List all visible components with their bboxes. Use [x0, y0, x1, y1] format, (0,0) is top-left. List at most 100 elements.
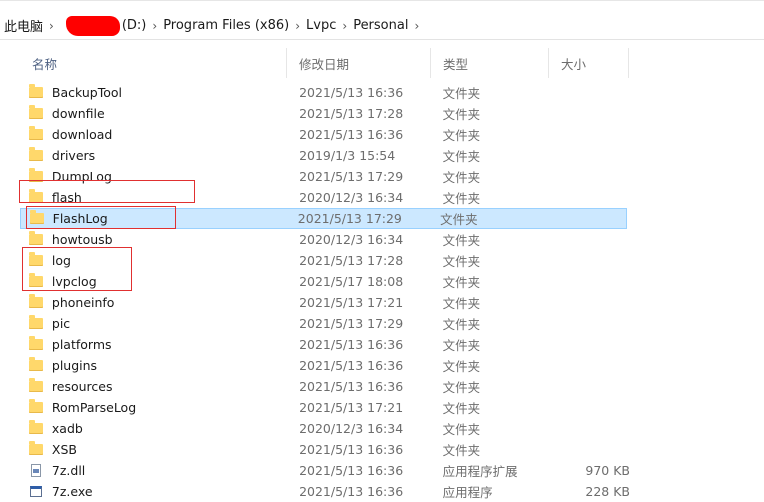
file-type: 文件夹 [442, 443, 481, 458]
file-list: BackupTool 2021/5/13 16:36 文件夹 downfile 2021… [20, 82, 630, 502]
file-name: plugins [51, 358, 98, 373]
file-date: 2021/5/13 16:36 [299, 127, 404, 142]
file-icon-cell [20, 168, 52, 182]
file-type: 文件夹 [442, 128, 481, 143]
file-name: howtousb [51, 232, 113, 247]
file-icon-cell [20, 84, 52, 98]
file-name: platforms [51, 337, 112, 352]
file-date: 2021/5/13 17:21 [299, 400, 404, 415]
file-type: 应用程序扩展 [442, 464, 518, 479]
file-row[interactable]: howtousb 2020/12/3 16:34 文件夹 [20, 229, 630, 250]
file-name: pic [51, 316, 71, 331]
file-icon-cell [20, 231, 52, 245]
file-name: phoneinfo [51, 295, 115, 310]
file-row[interactable]: FlashLog 2021/5/13 17:29 文件夹 [20, 208, 627, 229]
column-header-type-label: 类型 [443, 56, 469, 72]
file-name: XSB [51, 442, 77, 457]
file-row[interactable]: phoneinfo 2021/5/13 17:21 文件夹 [20, 292, 630, 313]
chevron-right-icon[interactable]: › [295, 19, 300, 33]
file-row[interactable]: 7z.dll 2021/5/13 16:36 应用程序扩展 970 KB [20, 460, 630, 481]
file-name: resources [51, 379, 113, 394]
file-date: 2021/5/13 16:36 [299, 442, 404, 457]
file-type: 文件夹 [442, 380, 481, 395]
file-icon-cell [20, 147, 52, 161]
file-size: 970 KB [585, 463, 630, 478]
file-row[interactable]: flash 2020/12/3 16:34 文件夹 [20, 187, 630, 208]
folder-icon [28, 294, 43, 308]
address-bar[interactable]: 此电脑 › (D:) › Program Files (x86) › Lvpc … [0, 12, 764, 40]
breadcrumb-drive-d[interactable]: (D:) [122, 18, 147, 33]
file-date: 2021/5/17 18:08 [299, 274, 404, 289]
file-date: 2021/5/13 17:29 [299, 169, 404, 184]
file-name: xadb [51, 421, 83, 436]
file-row[interactable]: platforms 2021/5/13 16:36 文件夹 [20, 334, 630, 355]
file-name: 7z.dll [51, 463, 86, 478]
file-row[interactable]: download 2021/5/13 16:36 文件夹 [20, 124, 630, 145]
chevron-right-icon[interactable]: › [152, 19, 157, 33]
file-row[interactable]: downfile 2021/5/13 17:28 文件夹 [20, 103, 630, 124]
chevron-right-icon[interactable]: › [414, 19, 419, 33]
file-date: 2021/5/13 17:28 [299, 106, 404, 121]
file-name: drivers [51, 148, 96, 163]
file-date: 2021/5/13 17:29 [297, 211, 402, 226]
folder-icon [28, 105, 43, 119]
folder-icon [28, 399, 43, 413]
folder-icon [28, 189, 43, 203]
file-row[interactable]: resources 2021/5/13 16:36 文件夹 [20, 376, 630, 397]
chevron-right-icon[interactable]: › [49, 19, 54, 33]
file-row[interactable]: pic 2021/5/13 17:29 文件夹 [20, 313, 630, 334]
file-date: 2020/12/3 16:34 [299, 421, 404, 436]
column-header-date-label: 修改日期 [299, 56, 350, 72]
folder-icon [28, 168, 43, 182]
file-date: 2020/12/3 16:34 [299, 190, 404, 205]
file-row[interactable]: XSB 2021/5/13 16:36 文件夹 [20, 439, 630, 460]
file-row[interactable]: BackupTool 2021/5/13 16:36 文件夹 [20, 82, 630, 103]
file-icon-cell [20, 105, 52, 119]
file-type: 文件夹 [442, 254, 481, 269]
file-date: 2021/5/13 17:21 [299, 295, 404, 310]
file-row[interactable]: DumpLog 2021/5/13 17:29 文件夹 [20, 166, 630, 187]
file-type: 文件夹 [440, 212, 478, 227]
file-row[interactable]: log 2021/5/13 17:28 文件夹 [20, 250, 630, 271]
file-type: 文件夹 [442, 338, 481, 353]
column-header-size[interactable]: 大小 [549, 48, 629, 78]
breadcrumb-program-files-x86[interactable]: Program Files (x86) [163, 18, 289, 33]
file-row[interactable]: drivers 2019/1/3 15:54 文件夹 [20, 145, 630, 166]
folder-icon [28, 336, 43, 350]
breadcrumb-this-pc[interactable]: 此电脑 [4, 16, 43, 35]
file-type: 文件夹 [442, 275, 481, 290]
file-date: 2021/5/13 17:29 [299, 316, 404, 331]
file-icon-cell [21, 210, 53, 224]
breadcrumb-personal[interactable]: Personal [353, 18, 408, 33]
folder-icon [28, 252, 43, 266]
file-row[interactable]: RomParseLog 2021/5/13 17:21 文件夹 [20, 397, 630, 418]
folder-icon [28, 231, 43, 245]
file-name: BackupTool [51, 85, 122, 100]
file-row[interactable]: lvpclog 2021/5/17 18:08 文件夹 [20, 271, 630, 292]
column-header-date[interactable]: 修改日期 [287, 48, 431, 78]
breadcrumb-lvpc[interactable]: Lvpc [306, 18, 336, 33]
folder-icon [28, 315, 43, 329]
file-icon-cell [20, 273, 52, 287]
file-icon-cell [20, 252, 52, 266]
file-row[interactable]: xadb 2020/12/3 16:34 文件夹 [20, 418, 630, 439]
folder-icon [28, 420, 43, 434]
file-icon-cell [20, 441, 52, 455]
file-date: 2021/5/13 16:36 [299, 463, 404, 478]
file-date: 2021/5/13 16:36 [299, 358, 404, 373]
file-name: RomParseLog [51, 400, 137, 415]
column-header-name[interactable]: ^ 名称 [20, 48, 287, 78]
chevron-right-icon[interactable]: › [342, 19, 347, 33]
file-type: 文件夹 [442, 170, 481, 185]
column-header-bar: ^ 名称 修改日期 类型 大小 [20, 48, 630, 78]
window-top-border [0, 0, 764, 1]
file-type: 文件夹 [442, 401, 481, 416]
file-icon-cell [20, 315, 52, 329]
folder-icon [28, 147, 43, 161]
file-row[interactable]: plugins 2021/5/13 16:36 文件夹 [20, 355, 630, 376]
file-name: download [51, 127, 113, 142]
column-header-name-label: 名称 [32, 56, 58, 72]
column-header-type[interactable]: 类型 [431, 48, 549, 78]
file-name: downfile [51, 106, 105, 121]
dll-file-icon [30, 464, 41, 477]
